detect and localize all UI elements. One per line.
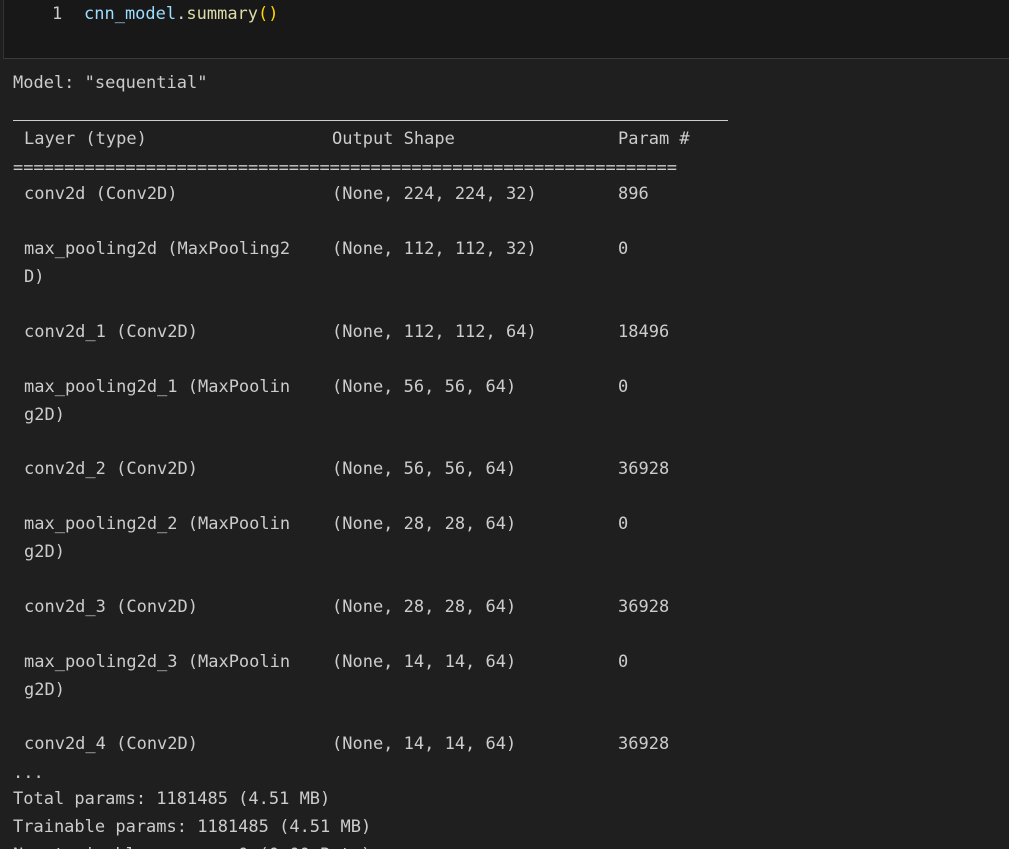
output-shape: (None, 14, 14, 64)	[332, 652, 517, 672]
code-function: summary	[186, 4, 259, 24]
table-row: conv2d_3 (Conv2D) (None, 28, 28, 64) 36928	[13, 593, 773, 621]
layer-name-continuation: g2D)	[24, 680, 65, 700]
layer-name: max_pooling2d_2 (MaxPoolin	[24, 514, 291, 534]
output-shape: (None, 28, 28, 64)	[332, 597, 517, 617]
layer-name: conv2d_4 (Conv2D)	[24, 734, 198, 754]
param-count: 0	[618, 514, 629, 534]
output-shape: (None, 14, 14, 64)	[332, 734, 517, 754]
layer-name: max_pooling2d_1 (MaxPoolin	[24, 377, 291, 397]
header-param: Param #	[618, 129, 690, 149]
equals-divider: ========================================…	[13, 158, 677, 178]
param-count: 0	[618, 652, 629, 672]
output-shape: (None, 56, 56, 64)	[332, 459, 517, 479]
header-layer: Layer (type)	[24, 129, 147, 149]
param-count: 896	[618, 184, 649, 204]
layer-name: max_pooling2d_3 (MaxPoolin	[24, 652, 291, 672]
param-count: 18496	[618, 322, 670, 342]
notebook-page: 1 cnn_model.summary() Model: "sequential…	[0, 0, 1009, 849]
total-params: Total params: 1181485 (4.51 MB)	[13, 789, 331, 809]
table-row: max_pooling2d_3 (MaxPoolin (None, 14, 14,…	[13, 648, 773, 700]
code-dot: .	[176, 4, 187, 24]
non-trainable-params: Non-trainable params: 0 (0.00 Byte)	[13, 841, 371, 849]
param-count: 36928	[618, 734, 670, 754]
ellipsis: ...	[13, 763, 44, 783]
layer-name-continuation: g2D)	[24, 405, 65, 425]
layer-name: conv2d (Conv2D)	[24, 184, 178, 204]
header-output-shape: Output Shape	[332, 129, 455, 149]
layer-name: max_pooling2d (MaxPooling2	[24, 239, 291, 259]
table-row: conv2d (Conv2D) (None, 224, 224, 32) 896	[13, 180, 773, 208]
table-row: max_pooling2d_1 (MaxPoolin (None, 56, 56,…	[13, 373, 773, 425]
layer-name: conv2d_3 (Conv2D)	[24, 597, 198, 617]
param-count: 36928	[618, 597, 670, 617]
model-title: Model: "sequential"	[13, 73, 208, 93]
layer-name: conv2d_1 (Conv2D)	[24, 322, 198, 342]
table-row: max_pooling2d (MaxPooling2 (None, 112, 11…	[13, 235, 773, 287]
line-number: 1	[52, 4, 63, 24]
table-row: conv2d_2 (Conv2D) (None, 56, 56, 64) 36928	[13, 455, 773, 483]
layer-name-continuation: D)	[24, 267, 45, 287]
param-count: 36928	[618, 459, 670, 479]
code-parens: ()	[258, 4, 279, 24]
code-cell-input[interactable]: 1 cnn_model.summary()	[3, 0, 1009, 59]
code-text[interactable]: cnn_model.summary()	[84, 3, 279, 25]
output-shape: (None, 28, 28, 64)	[332, 514, 517, 534]
output-shape: (None, 112, 112, 64)	[332, 322, 537, 342]
table-row: conv2d_1 (Conv2D) (None, 112, 112, 64) 184…	[13, 318, 773, 346]
code-variable: cnn_model	[84, 4, 177, 24]
output-shape: (None, 56, 56, 64)	[332, 377, 517, 397]
top-divider	[13, 120, 728, 121]
table-row: max_pooling2d_2 (MaxPoolin (None, 28, 28,…	[13, 510, 773, 562]
table-row: conv2d_4 (Conv2D) (None, 14, 14, 64) 36928	[13, 730, 773, 758]
layer-name-continuation: g2D)	[24, 542, 65, 562]
layer-name: conv2d_2 (Conv2D)	[24, 459, 198, 479]
table-header: Layer (type) Output Shape Param #	[13, 125, 773, 153]
output-shape: (None, 112, 112, 32)	[332, 239, 537, 259]
trainable-params: Trainable params: 1181485 (4.51 MB)	[13, 817, 372, 837]
output-shape: (None, 224, 224, 32)	[332, 184, 537, 204]
param-count: 0	[618, 239, 629, 259]
param-count: 0	[618, 377, 629, 397]
code-line: 1 cnn_model.summary()	[4, 3, 279, 25]
